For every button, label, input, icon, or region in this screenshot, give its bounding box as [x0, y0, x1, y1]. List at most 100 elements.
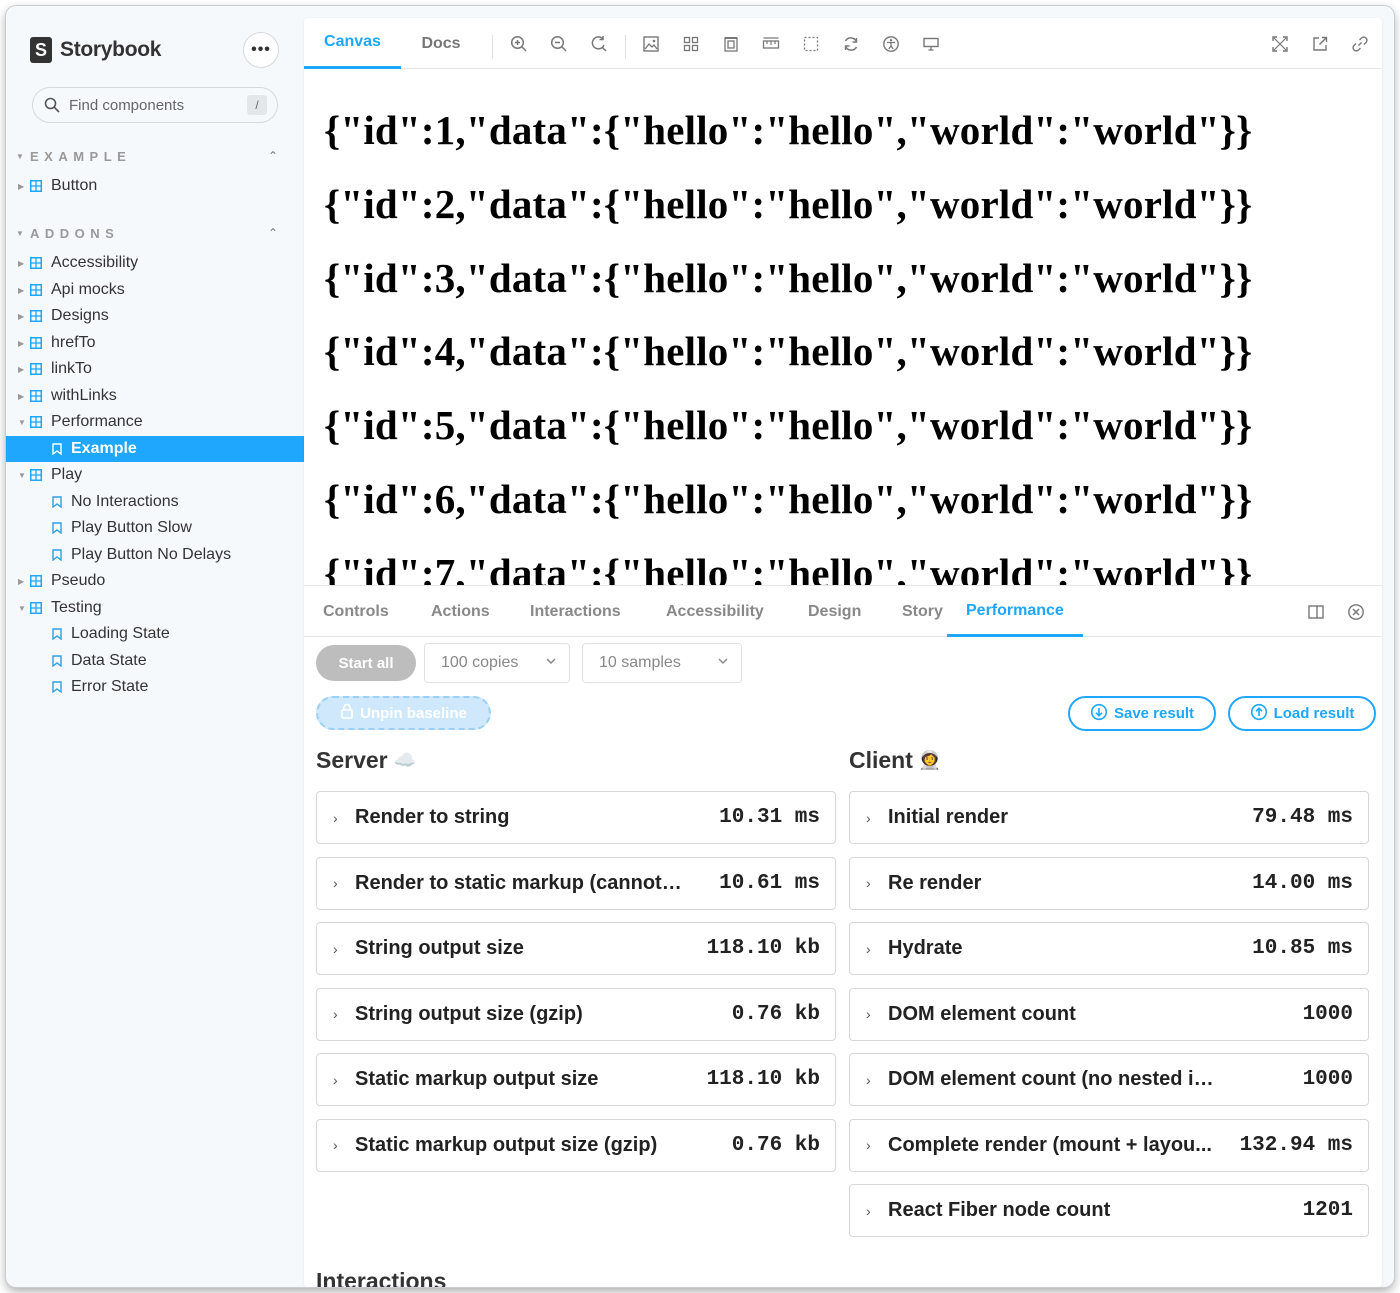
sidebar-item-pseudo[interactable]: ▶ Pseudo [6, 568, 304, 594]
panel-orientation-icon[interactable] [1306, 602, 1326, 622]
sidebar-item-loading-state[interactable]: Loading State [6, 621, 304, 647]
tab-accessibility[interactable]: Accessibility [666, 587, 764, 637]
tab-docs[interactable]: Docs [401, 18, 481, 69]
sidebar-item-withlinks[interactable]: ▶ withLinks [6, 383, 304, 409]
download-icon [1090, 703, 1108, 725]
tab-performance[interactable]: Performance [947, 587, 1083, 637]
tab-design[interactable]: Design [808, 587, 861, 637]
metric-row-dom-element-count-no-nested-inline[interactable]: › DOM element count (no nested inline ...… [849, 1053, 1369, 1106]
measure-icon[interactable] [759, 32, 783, 56]
metric-row-static-markup-output-size[interactable]: › Static markup output size 118.10 kb [316, 1053, 836, 1106]
metric-row-re-render[interactable]: › Re render 14.00 ms [849, 856, 1369, 910]
sidebar-item-example[interactable]: Example [6, 436, 304, 462]
sidebar-item-testing[interactable]: ▼ Testing [6, 595, 304, 621]
samples-select[interactable]: 10 samples [582, 643, 742, 683]
tab-controls[interactable]: Controls [323, 587, 389, 637]
metric-value: 1000 [1302, 1002, 1353, 1026]
sidebar-item-designs[interactable]: ▶ Designs [6, 303, 304, 329]
sidebar-item-play-button-no-delays[interactable]: Play Button No Delays [6, 542, 304, 568]
expand-collapse-icon[interactable]: ⌃ [268, 149, 278, 163]
save-result-button[interactable]: Save result [1068, 696, 1216, 731]
metric-row-string-output-size-gzip[interactable]: › String output size (gzip) 0.76 kb [316, 987, 836, 1041]
astronaut-icon: 👩‍🚀 [918, 750, 942, 770]
zoom-in-icon[interactable] [507, 32, 531, 56]
chevron-right-icon: › [333, 1006, 338, 1022]
sidebar-item-hrefto[interactable]: ▶ hrefTo [6, 330, 304, 356]
metric-row-dom-element-count[interactable]: › DOM element count 1000 [849, 987, 1369, 1041]
section-addons[interactable]: ▼ ADDONS ⌃ [16, 223, 278, 243]
present-icon[interactable] [919, 32, 943, 56]
brand[interactable]: S Storybook [30, 34, 161, 66]
metric-row-complete-render-mount-layou[interactable]: › Complete render (mount + layou... 132.94… [849, 1118, 1369, 1172]
expand-caret-icon: ▶ [18, 181, 25, 191]
search-icon [43, 96, 61, 114]
copies-select[interactable]: 100 copies [424, 643, 570, 683]
sidebar-item-button[interactable]: ▶ Button [6, 173, 304, 199]
metric-value: 118.10 kb [706, 937, 820, 960]
component-icon [30, 337, 42, 349]
metric-value: 132.94 ms [1239, 1133, 1353, 1157]
unpin-baseline-label: Unpin baseline [360, 704, 467, 722]
search-input[interactable]: Find components / [32, 87, 278, 123]
zoom-reset-icon[interactable] [587, 32, 611, 56]
component-icon [30, 416, 42, 428]
sidebar-item-play[interactable]: ▼ Play [6, 462, 304, 488]
expand-caret-icon: ▶ [18, 311, 25, 321]
component-icon [30, 180, 42, 192]
expand-collapse-icon[interactable]: ⌃ [268, 226, 278, 240]
metric-value: 10.61 ms [719, 871, 820, 895]
component-icon [30, 284, 42, 296]
metric-row-static-markup-output-size-gzip[interactable]: › Static markup output size (gzip) 0.76 kb [316, 1118, 836, 1172]
unpin-baseline-button[interactable]: Unpin baseline [316, 696, 491, 730]
tab-story[interactable]: Story [902, 587, 943, 637]
metric-label: DOM element count (no nested inline ... [888, 1068, 1220, 1090]
story-bookmark-icon [51, 496, 63, 508]
start-all-button[interactable]: Start all [316, 645, 416, 681]
metric-row-hydrate[interactable]: › Hydrate 10.85 ms [849, 922, 1369, 975]
component-icon [30, 390, 42, 402]
metric-row-react-fiber-node-count[interactable]: › React Fiber node count 1201 [849, 1184, 1369, 1237]
fullscreen-icon[interactable] [1268, 32, 1292, 56]
expand-caret-icon: ▶ [18, 391, 25, 401]
outline-icon[interactable] [799, 32, 823, 56]
brand-name: Storybook [60, 38, 162, 61]
metric-row-initial-render[interactable]: › Initial render 79.48 ms [849, 791, 1369, 844]
sidebar-item-linkto[interactable]: ▶ linkTo [6, 356, 304, 382]
metric-label: Re render [888, 871, 982, 894]
section-title: ADDONS [30, 225, 120, 241]
tab-interactions[interactable]: Interactions [530, 587, 621, 637]
collapse-caret-icon: ▼ [16, 228, 24, 238]
sidebar-item-error-state[interactable]: Error State [6, 674, 304, 700]
viewport-icon[interactable] [719, 32, 743, 56]
metric-row-render-to-static-markup-cannot-b[interactable]: › Render to static markup (cannot b... 10.… [316, 856, 836, 910]
load-result-label: Load result [1273, 705, 1355, 722]
metric-label: Render to string [355, 806, 510, 828]
metric-row-render-to-string[interactable]: › Render to string 10.31 ms [316, 791, 836, 844]
sidebar-menu-button[interactable]: ••• [243, 32, 279, 68]
tab-actions[interactable]: Actions [431, 587, 490, 637]
sidebar-item-play-button-slow[interactable]: Play Button Slow [6, 515, 304, 541]
copy-link-icon[interactable] [1348, 32, 1372, 56]
load-result-button[interactable]: Load result [1228, 696, 1376, 731]
open-new-tab-icon[interactable] [1308, 32, 1332, 56]
sidebar-item-no-interactions[interactable]: No Interactions [6, 489, 304, 515]
sidebar-item-api-mocks[interactable]: ▶ Api mocks [6, 277, 304, 303]
remount-icon[interactable] [839, 32, 863, 56]
metric-row-string-output-size[interactable]: › String output size 118.10 kb [316, 922, 836, 975]
sidebar-item-performance[interactable]: ▼ Performance [6, 409, 304, 435]
grid-icon[interactable] [679, 32, 703, 56]
sidebar-item-label: Error State [71, 678, 149, 695]
sidebar: S Storybook ••• Find components / ▼ EXAM… [6, 6, 304, 1287]
accessibility-icon[interactable] [879, 32, 903, 56]
metric-value: 79.48 ms [1252, 806, 1353, 829]
sidebar-item-accessibility[interactable]: ▶ Accessibility [6, 250, 304, 276]
close-panel-icon[interactable] [1346, 602, 1366, 622]
sidebar-item-data-state[interactable]: Data State [6, 648, 304, 674]
background-icon[interactable] [639, 32, 663, 56]
tab-canvas[interactable]: Canvas [304, 18, 401, 69]
section-example[interactable]: ▼ EXAMPLE ⌃ [16, 146, 278, 166]
chevron-right-icon: › [333, 1071, 338, 1088]
zoom-out-icon[interactable] [547, 32, 571, 56]
cloud-icon: ☁️ [393, 750, 417, 770]
preview-json-line: {"id":3,"data":{"hello":"hello","world":… [324, 254, 1253, 301]
